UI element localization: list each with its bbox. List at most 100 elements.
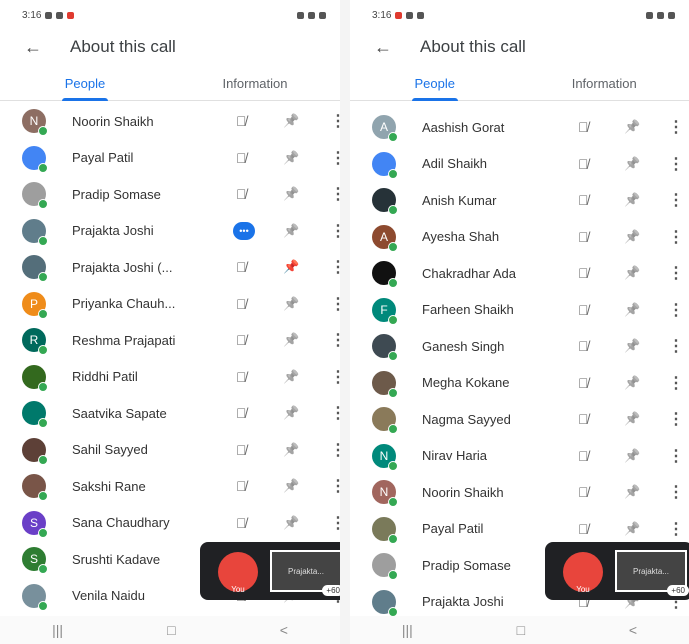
participant-row[interactable]: Saatvika Sapate 🎙̸ 📌 ⋮: [0, 395, 340, 432]
back-arrow-icon[interactable]: ←: [374, 37, 420, 58]
home-icon[interactable]: □: [167, 622, 175, 638]
pin-icon[interactable]: 📌: [283, 478, 299, 494]
pin-icon[interactable]: 📌: [283, 186, 299, 202]
pin-icon[interactable]: 📌: [283, 113, 299, 129]
more-options-icon[interactable]: ⋮: [668, 117, 684, 137]
tab-people[interactable]: People: [350, 76, 520, 100]
more-options-icon[interactable]: ⋮: [330, 184, 340, 204]
more-options-icon[interactable]: ⋮: [330, 403, 340, 423]
participant-row[interactable]: Payal Patil 🎙̸ 📌 ⋮: [0, 140, 340, 177]
back-icon[interactable]: <: [629, 622, 637, 638]
participant-row[interactable]: A Aashish Gorat 🎙̸ 📌 ⋮: [350, 109, 689, 146]
more-options-icon[interactable]: ⋮: [668, 373, 684, 393]
page-title: About this call: [70, 37, 176, 56]
more-options-icon[interactable]: ⋮: [668, 263, 684, 283]
more-options-icon[interactable]: ⋮: [330, 513, 340, 533]
pin-icon[interactable]: 📌: [624, 265, 640, 281]
more-options-icon[interactable]: ⋮: [668, 409, 684, 429]
more-options-icon[interactable]: ⋮: [668, 482, 684, 502]
participant-row[interactable]: F Farheen Shaikh 🎙̸ 📌 ⋮: [350, 292, 689, 329]
more-options-icon[interactable]: ⋮: [668, 519, 684, 539]
recents-icon[interactable]: |||: [52, 622, 63, 638]
time: 3:16: [372, 9, 392, 21]
more-options-icon[interactable]: ⋮: [330, 257, 340, 277]
pin-icon[interactable]: 📌: [283, 369, 299, 385]
pin-icon[interactable]: 📌: [283, 405, 299, 421]
participant-row[interactable]: N Noorin Shaikh 🎙̸ 📌 ⋮: [0, 103, 340, 140]
participant-row[interactable]: Sakshi Rane 🎙̸ 📌 ⋮: [0, 468, 340, 505]
recents-icon[interactable]: |||: [402, 622, 413, 638]
participant-row[interactable]: Pradip Somase 🎙̸ 📌 ⋮: [0, 176, 340, 213]
pin-icon[interactable]: 📌: [283, 259, 299, 275]
participant-count: +60: [322, 585, 340, 596]
pin-icon[interactable]: 📌: [624, 119, 640, 135]
participant-row[interactable]: N Noorin Shaikh 🎙̸ 📌 ⋮: [350, 474, 689, 511]
participant-name: Ayesha Shah: [422, 229, 500, 245]
pin-icon[interactable]: 📌: [283, 515, 299, 531]
participant-row[interactable]: Ganesh Singh 🎙̸ 📌 ⋮: [350, 328, 689, 365]
participant-row[interactable]: Chakradhar Ada 🎙̸ 📌 ⋮: [350, 255, 689, 292]
more-options-icon[interactable]: ⋮: [330, 111, 340, 131]
participant-row[interactable]: S Sana Chaudhary 🎙̸ 📌 ⋮: [0, 505, 340, 542]
picture-in-picture[interactable]: You Prajakta... +60: [545, 542, 689, 600]
pin-icon[interactable]: 📌: [624, 521, 640, 537]
mic-off-icon: 🎙̸: [578, 374, 589, 391]
pin-icon[interactable]: 📌: [283, 332, 299, 348]
pin-icon[interactable]: 📌: [624, 156, 640, 172]
more-options-icon[interactable]: ⋮: [330, 294, 340, 314]
back-arrow-icon[interactable]: ←: [24, 37, 70, 58]
tab-information[interactable]: Information: [170, 76, 340, 100]
pin-icon[interactable]: 📌: [283, 442, 299, 458]
participant-row[interactable]: Riddhi Patil 🎙̸ 📌 ⋮: [0, 359, 340, 396]
presence-badge: [38, 491, 48, 501]
more-options-icon[interactable]: ⋮: [668, 227, 684, 247]
more-options-icon[interactable]: ⋮: [330, 221, 340, 241]
participant-row[interactable]: N Nirav Haria 🎙̸ 📌 ⋮: [350, 438, 689, 475]
participant-row[interactable]: Prajakta Joshi ••• 📌 ⋮: [0, 213, 340, 250]
presence-badge: [388, 168, 398, 179]
participant-name: Pradip Somase: [72, 186, 161, 202]
more-options-icon[interactable]: ⋮: [330, 476, 340, 496]
more-options-icon[interactable]: ⋮: [330, 330, 340, 350]
pin-icon[interactable]: 📌: [283, 150, 299, 166]
speaking-indicator-icon: •••: [233, 221, 255, 240]
more-options-icon[interactable]: ⋮: [330, 148, 340, 168]
participant-row[interactable]: P Priyanka Chauh... 🎙̸ 📌 ⋮: [0, 286, 340, 323]
presence-badge: [38, 381, 48, 392]
pin-icon[interactable]: 📌: [624, 338, 640, 354]
pin-icon[interactable]: 📌: [624, 229, 640, 245]
participant-row[interactable]: Sahil Sayyed 🎙̸ 📌 ⋮: [0, 432, 340, 469]
more-options-icon[interactable]: ⋮: [668, 154, 684, 174]
participant-row[interactable]: Adil Shaikh 🎙̸ 📌 ⋮: [350, 146, 689, 183]
more-options-icon[interactable]: ⋮: [668, 190, 684, 210]
pin-icon[interactable]: 📌: [624, 192, 640, 208]
nav-bar: ||| □ <: [0, 616, 340, 644]
more-options-icon[interactable]: ⋮: [668, 336, 684, 356]
picture-in-picture[interactable]: You Prajakta... +60: [200, 542, 340, 600]
pin-icon[interactable]: 📌: [624, 484, 640, 500]
pin-icon[interactable]: 📌: [624, 302, 640, 318]
presence-badge: [388, 278, 398, 288]
more-options-icon[interactable]: ⋮: [668, 300, 684, 320]
back-icon[interactable]: <: [280, 622, 288, 638]
more-options-icon[interactable]: ⋮: [668, 446, 684, 466]
tab-information[interactable]: Information: [520, 76, 689, 100]
participant-count: +60: [667, 585, 689, 596]
more-options-icon[interactable]: ⋮: [330, 367, 340, 387]
participant-row[interactable]: Megha Kokane 🎙̸ 📌 ⋮: [350, 365, 689, 402]
participant-row[interactable]: A Ayesha Shah 🎙̸ 📌 ⋮: [350, 219, 689, 256]
pin-icon[interactable]: 📌: [624, 448, 640, 464]
more-options-icon[interactable]: ⋮: [330, 440, 340, 460]
tab-people[interactable]: People: [0, 76, 170, 100]
participant-row[interactable]: Nagma Sayyed 🎙̸ 📌 ⋮: [350, 401, 689, 438]
participant-row[interactable]: Anish Kumar 🎙̸ 📌 ⋮: [350, 182, 689, 219]
home-icon[interactable]: □: [517, 622, 525, 638]
participant-name: Reshma Prajapati: [72, 332, 176, 348]
pin-icon[interactable]: 📌: [283, 223, 299, 239]
participant-name: Megha Kokane: [422, 375, 510, 391]
pin-icon[interactable]: 📌: [624, 411, 640, 427]
pin-icon[interactable]: 📌: [283, 296, 299, 312]
pin-icon[interactable]: 📌: [624, 375, 640, 391]
participant-row[interactable]: R Reshma Prajapati 🎙̸ 📌 ⋮: [0, 322, 340, 359]
participant-row[interactable]: Prajakta Joshi (... 🎙̸ 📌 ⋮: [0, 249, 340, 286]
